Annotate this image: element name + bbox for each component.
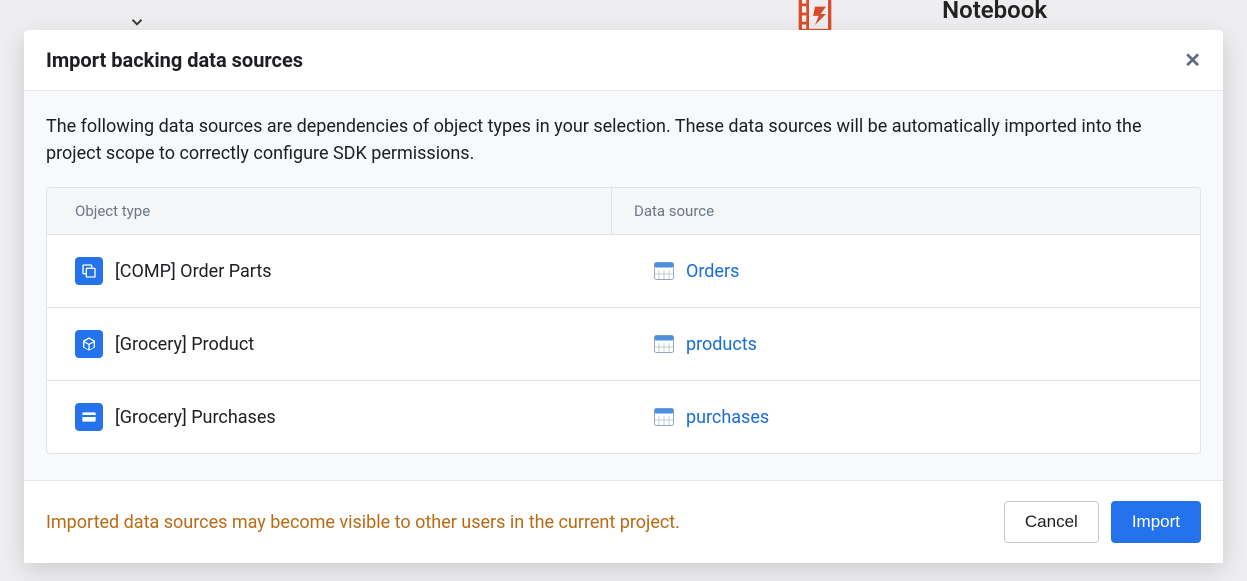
- column-data-source: Data source: [612, 188, 1200, 234]
- close-icon[interactable]: ✕: [1184, 48, 1201, 72]
- object-type-cell: [Grocery] Product: [47, 308, 612, 380]
- import-dialog: Import backing data sources ✕ The follow…: [24, 30, 1223, 561]
- data-source-link[interactable]: products: [686, 334, 757, 355]
- object-label: [Grocery] Product: [115, 334, 254, 355]
- column-object-type: Object type: [47, 188, 612, 234]
- table-icon: [654, 408, 674, 426]
- data-source-cell: Orders: [612, 235, 1200, 307]
- dialog-footer: Imported data sources may become visible…: [24, 480, 1223, 563]
- footer-buttons: Cancel Import: [1004, 501, 1201, 543]
- import-button[interactable]: Import: [1111, 501, 1201, 543]
- table-row: [COMP] Order Parts Orders: [47, 235, 1200, 308]
- warning-text: Imported data sources may become visible…: [46, 512, 680, 533]
- card-icon: [75, 403, 103, 431]
- data-source-cell: products: [612, 308, 1200, 380]
- cancel-button[interactable]: Cancel: [1004, 501, 1099, 543]
- data-source-link[interactable]: purchases: [686, 407, 769, 428]
- object-label: [COMP] Order Parts: [115, 261, 272, 282]
- dialog-body: The following data sources are dependenc…: [24, 91, 1223, 480]
- data-source-link[interactable]: Orders: [686, 261, 739, 282]
- layers-icon: [75, 257, 103, 285]
- object-type-cell: [COMP] Order Parts: [47, 235, 612, 307]
- table-icon: [654, 262, 674, 280]
- dependencies-table: Object type Data source [COMP] Order Par…: [46, 187, 1201, 454]
- table-row: [Grocery] Product products: [47, 308, 1200, 381]
- table-icon: [654, 335, 674, 353]
- dialog-header: Import backing data sources ✕: [24, 30, 1223, 91]
- table-header: Object type Data source: [47, 188, 1200, 235]
- cube-icon: [75, 330, 103, 358]
- object-type-cell: [Grocery] Purchases: [47, 381, 612, 453]
- data-source-cell: purchases: [612, 381, 1200, 453]
- table-row: [Grocery] Purchases purchases: [47, 381, 1200, 453]
- notebook-label: Notebook: [942, 0, 1047, 24]
- dialog-title: Import backing data sources: [46, 48, 303, 72]
- object-label: [Grocery] Purchases: [115, 407, 276, 428]
- dialog-description: The following data sources are dependenc…: [46, 113, 1201, 167]
